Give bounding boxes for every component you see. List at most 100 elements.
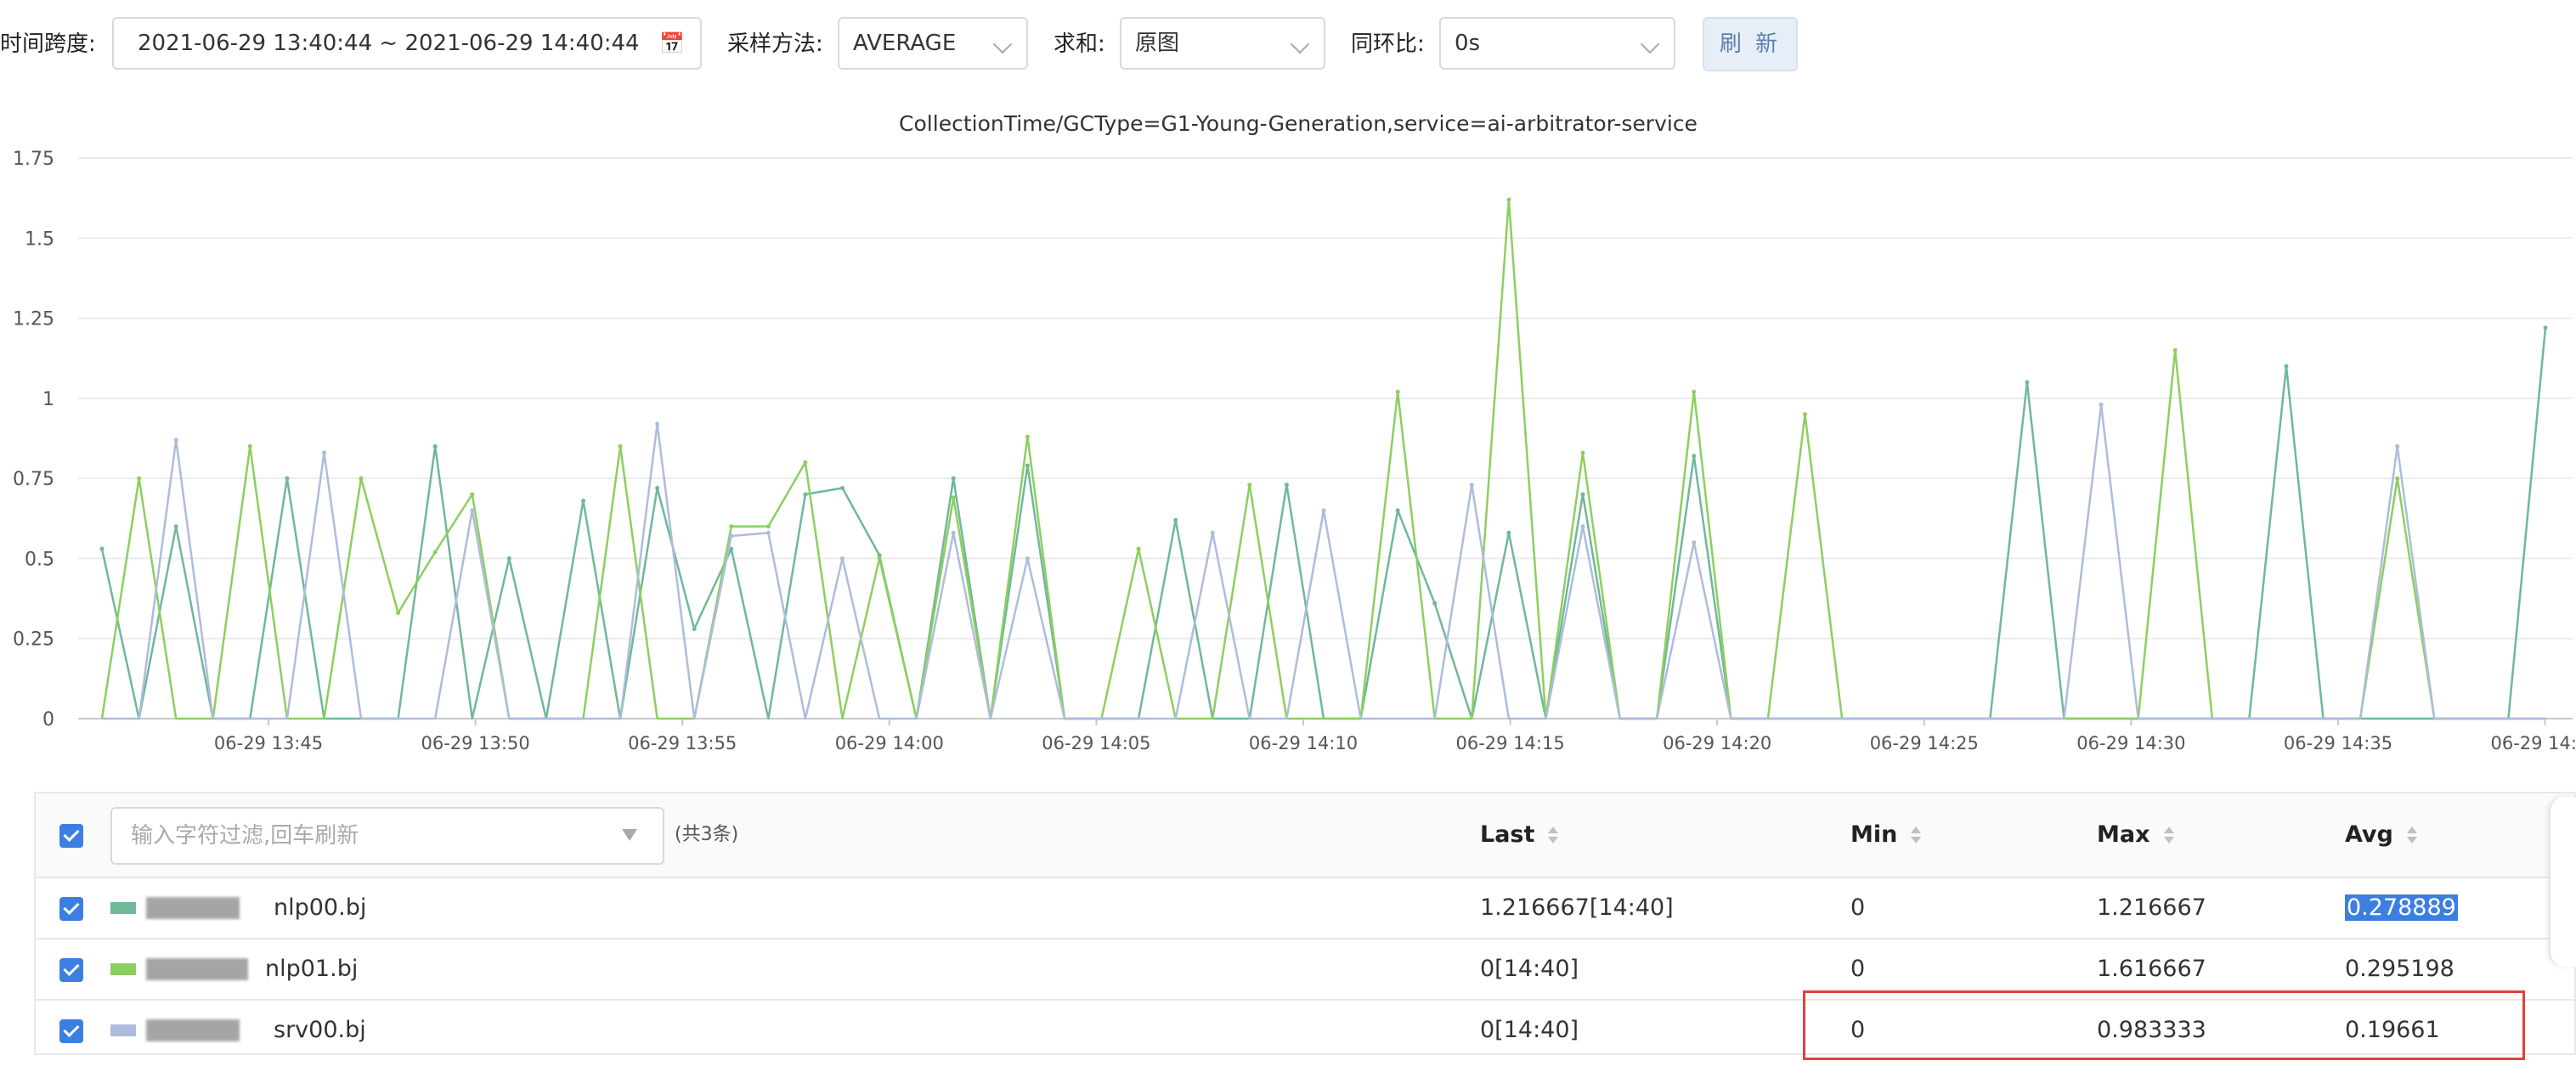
data-point (2099, 402, 2104, 407)
last-value: 1.216667[14:40] (1480, 894, 1674, 921)
data-point (1284, 482, 1289, 488)
data-point (2284, 364, 2289, 369)
y-tick-label: 1.5 (25, 229, 54, 250)
data-point (2025, 380, 2030, 385)
filter-icon[interactable] (622, 829, 637, 841)
data-point (2172, 347, 2178, 353)
select-all-checkbox[interactable] (59, 824, 83, 848)
data-point (432, 550, 438, 555)
sampling-select[interactable]: AVERAGE (838, 17, 1028, 70)
highlight-annotation-box (1803, 990, 2525, 1060)
row-checkbox[interactable] (59, 1019, 83, 1043)
side-drawer-handle[interactable] (2549, 797, 2576, 967)
y-tick-label: 1.25 (13, 309, 54, 330)
data-point (765, 530, 771, 535)
data-point (1580, 450, 1585, 455)
sort-icon[interactable] (2405, 825, 2419, 847)
series-name: srv00.bj (274, 1017, 366, 1043)
data-point (729, 524, 734, 529)
chevron-down-icon (992, 34, 1013, 54)
data-point (951, 530, 956, 535)
data-point (1692, 540, 1697, 545)
timespan-picker[interactable]: 2021-06-29 13:40:44 ~ 2021-06-29 14:40:4… (112, 17, 702, 70)
data-point (2395, 476, 2400, 481)
sort-icon[interactable] (1909, 825, 1923, 847)
data-point (173, 437, 178, 443)
data-point (359, 476, 364, 481)
max-value: 1.216667 (2097, 894, 2206, 921)
calendar-icon: 📅 (659, 31, 685, 55)
y-tick-label: 0.5 (25, 549, 54, 570)
refresh-button[interactable]: 刷 新 (1703, 17, 1798, 71)
chart-title: CollectionTime/GCType=G1-Young-Generatio… (899, 111, 1698, 136)
x-tick-label: 06-29 13:50 (421, 733, 529, 753)
x-tick-label: 06-29 13:55 (628, 733, 737, 753)
last-value: 0[14:40] (1480, 956, 1579, 982)
y-tick-label: 1.75 (13, 149, 54, 170)
data-point (1395, 389, 1400, 394)
series-color-swatch (110, 902, 136, 914)
y-tick-label: 0.25 (13, 629, 54, 651)
data-point (1580, 524, 1585, 529)
data-point (1321, 508, 1326, 513)
avg-value-selected: 0.278889 (2345, 894, 2458, 921)
timespan-label: 时间跨度: (0, 31, 96, 57)
last-value: 0[14:40] (1480, 1017, 1579, 1043)
yoy-label: 同环比: (1351, 31, 1425, 57)
x-tick-label: 06-29 14:40 (2490, 733, 2576, 753)
data-point (803, 492, 808, 497)
x-tick-label: 06-29 14:05 (1042, 733, 1150, 753)
series-line-srv00-bj (102, 403, 2545, 720)
column-avg[interactable]: Avg (2345, 793, 2419, 877)
x-tick-label: 06-29 14:35 (2284, 733, 2392, 753)
x-tick-label: 06-29 14:00 (835, 733, 944, 753)
data-point (1692, 389, 1697, 394)
data-point (581, 499, 585, 503)
yoy-value: 0s (1455, 31, 1481, 56)
redacted-host-prefix (146, 897, 240, 919)
series-line-nlp01-bj (100, 198, 2545, 720)
redacted-host-prefix (146, 958, 248, 980)
data-point (803, 460, 808, 465)
sort-icon[interactable] (1546, 825, 1560, 847)
data-point (1247, 482, 1252, 488)
table-row[interactable]: nlp00.bj 1.216667[14:40] 0 1.216667 0.27… (36, 878, 2574, 939)
series-color-swatch (110, 963, 136, 975)
sum-select[interactable]: 原图 (1120, 17, 1325, 70)
row-checkbox[interactable] (59, 958, 83, 982)
data-point (951, 476, 956, 481)
column-max[interactable]: Max (2097, 793, 2176, 877)
data-point (1432, 601, 1438, 606)
data-point (655, 421, 660, 426)
data-point (877, 556, 882, 561)
data-point (1506, 530, 1511, 535)
yoy-select[interactable]: 0s (1439, 17, 1675, 70)
x-tick-label: 06-29 14:25 (1870, 733, 1979, 753)
data-point (692, 626, 697, 631)
chevron-down-icon (1640, 34, 1660, 54)
avg-value: 0.278889 (2345, 878, 2458, 938)
data-point (396, 611, 401, 615)
column-min[interactable]: Min (1850, 793, 1923, 877)
y-tick-label: 0.75 (13, 469, 54, 490)
data-point (1025, 434, 1030, 439)
column-max-label: Max (2097, 821, 2150, 848)
sort-icon[interactable] (2162, 825, 2176, 847)
data-point (951, 495, 956, 500)
data-point (137, 476, 142, 481)
sum-value: 原图 (1135, 31, 1180, 56)
sampling-value: AVERAGE (853, 31, 957, 56)
row-checkbox[interactable] (59, 897, 83, 921)
column-last[interactable]: Last (1480, 793, 1560, 877)
data-point (2395, 443, 2400, 449)
data-point (1506, 197, 1511, 202)
chevron-down-icon (1290, 34, 1310, 54)
toolbar: 时间跨度: 2021-06-29 13:40:44 ~ 2021-06-29 1… (0, 0, 2576, 85)
data-point (470, 508, 475, 513)
filter-input[interactable]: 输入字符过滤,回车刷新 (110, 807, 664, 865)
min-value: 0 (1850, 894, 1866, 921)
data-point (173, 524, 178, 529)
sum-label: 求和: (1054, 31, 1105, 57)
data-point (1173, 517, 1178, 522)
data-point (99, 546, 105, 551)
